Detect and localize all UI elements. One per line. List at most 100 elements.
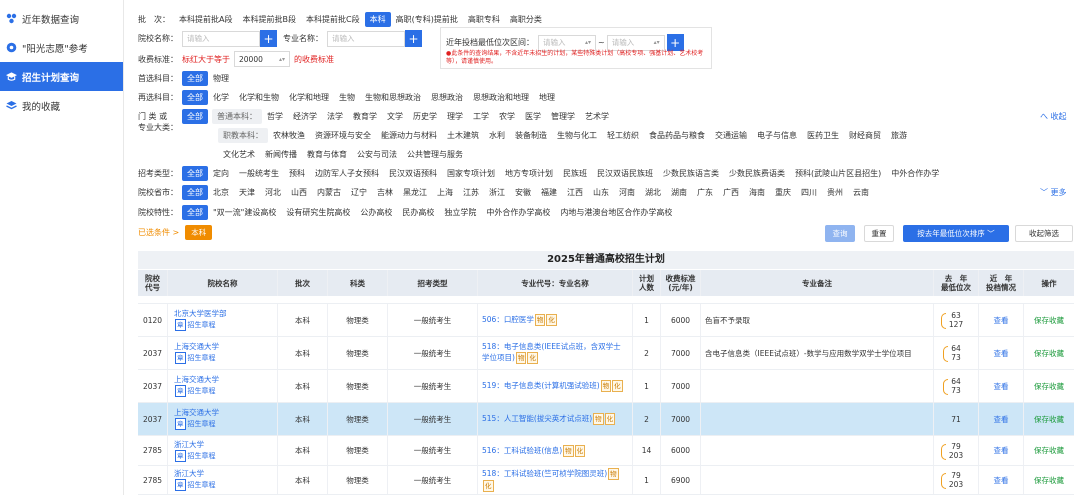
table-row[interactable]: 2785 浙江大学章招生章程 本科 物理类 一般统考生 516：工科试验班(信息) 物化 14…: [138, 436, 1074, 466]
school-name-link[interactable]: 北京大学医学部: [174, 309, 227, 319]
sidebar-item-favorites[interactable]: 我的收藏: [0, 91, 123, 120]
charter-link[interactable]: 招生章程: [188, 481, 216, 489]
enroll-type-option[interactable]: 国家专项计划: [442, 166, 500, 181]
city-option[interactable]: 河南: [614, 185, 640, 200]
table-row[interactable]: 2785 浙江大学章招生章程 本科 物理类 一般统考生 518：工科试验班(竺可桢学院图灵…: [138, 466, 1074, 495]
rank-from-input[interactable]: 请输入 ▴▾: [538, 34, 596, 51]
city-option[interactable]: 安徽: [510, 185, 536, 200]
category-option[interactable]: 生物与化工: [552, 128, 602, 143]
query-button[interactable]: 查询: [825, 225, 855, 242]
second-subject-option[interactable]: 生物: [334, 90, 360, 105]
view-link[interactable]: 查看: [994, 414, 1009, 425]
feature-option[interactable]: 公办高校: [355, 205, 397, 220]
major-link[interactable]: 518：工科试验班(竺可桢学院图灵班): [482, 469, 607, 478]
school-name-link[interactable]: 上海交通大学: [174, 408, 219, 418]
feature-option[interactable]: "双一流"建设高校: [208, 205, 281, 220]
second-subject-option[interactable]: 化学和生物: [234, 90, 284, 105]
charter-link[interactable]: 招生章程: [188, 387, 216, 395]
city-option[interactable]: 黑龙江: [398, 185, 432, 200]
category-all[interactable]: 全部: [182, 109, 208, 124]
category-option[interactable]: 轻工纺织: [602, 128, 644, 143]
enroll-type-all[interactable]: 全部: [182, 166, 208, 181]
major-link[interactable]: 518：电子信息类(IEEE试点班，含双学士学位项目): [482, 342, 621, 362]
sort-dropdown[interactable]: 按去年最低位次排序 ﹀: [903, 225, 1009, 242]
category-option[interactable]: 文化艺术: [218, 147, 260, 162]
save-favorite-link[interactable]: 保存收藏: [1034, 315, 1064, 326]
charter-link[interactable]: 招生章程: [188, 420, 216, 428]
major-link[interactable]: 519：电子信息类(计算机强试验班): [482, 381, 600, 390]
category-option[interactable]: 财经商贸: [844, 128, 886, 143]
collapse-toggle[interactable]: へ 收起: [1040, 111, 1067, 122]
category-option[interactable]: 艺术学: [580, 109, 614, 124]
category-option[interactable]: 新闻传播: [260, 147, 302, 162]
view-link[interactable]: 查看: [994, 348, 1009, 359]
table-row[interactable]: 2037 上海交通大学章招生章程 本科 物理类 一般统考生 515：人工智能(拔尖英才试点…: [138, 403, 1074, 436]
category-option[interactable]: 农学: [494, 109, 520, 124]
category-option[interactable]: 旅游: [886, 128, 912, 143]
second-subject-option[interactable]: 生物和思想政治: [360, 90, 426, 105]
category-option[interactable]: 土木建筑: [442, 128, 484, 143]
category-option[interactable]: 理学: [442, 109, 468, 124]
table-row[interactable]: 2037 上海交通大学章招生章程 本科 物理类 一般统考生 519：电子信息类(计算机强试…: [138, 370, 1074, 403]
city-option[interactable]: 山东: [588, 185, 614, 200]
category-option[interactable]: 历史学: [408, 109, 442, 124]
city-option[interactable]: 福建: [536, 185, 562, 200]
city-option[interactable]: 贵州: [822, 185, 848, 200]
first-subject-all[interactable]: 全部: [182, 71, 208, 86]
second-subject-option[interactable]: 思想政治: [426, 90, 468, 105]
category-option[interactable]: 农林牧渔: [268, 128, 310, 143]
enroll-type-option[interactable]: 民族班: [558, 166, 592, 181]
city-option[interactable]: 江西: [562, 185, 588, 200]
batch-option[interactable]: 高职专科: [463, 12, 505, 27]
city-all[interactable]: 全部: [182, 185, 208, 200]
more-toggle[interactable]: ﹀ 更多: [1040, 187, 1067, 198]
city-option[interactable]: 吉林: [372, 185, 398, 200]
feature-all[interactable]: 全部: [182, 205, 208, 220]
sidebar-item-sunshine[interactable]: "阳光志愿"参考: [0, 33, 123, 62]
add-rank-button[interactable]: +: [666, 34, 684, 51]
city-option[interactable]: 四川: [796, 185, 822, 200]
feature-option[interactable]: 民办高校: [397, 205, 439, 220]
batch-option-selected[interactable]: 本科: [364, 12, 391, 27]
feature-option[interactable]: 设有研究生院高校: [281, 205, 355, 220]
city-option[interactable]: 云南: [848, 185, 874, 200]
school-name-link[interactable]: 上海交通大学: [174, 375, 219, 385]
category-option[interactable]: 教育与体育: [302, 147, 352, 162]
category-option[interactable]: 公共管理与服务: [402, 147, 468, 162]
charter-link[interactable]: 招生章程: [188, 452, 216, 460]
enroll-type-option[interactable]: 少数民族费语类: [724, 166, 790, 181]
city-option[interactable]: 广东: [692, 185, 718, 200]
enroll-type-option[interactable]: 预科(武陵山片区县招生): [790, 166, 886, 181]
save-favorite-link[interactable]: 保存收藏: [1034, 348, 1064, 359]
enroll-type-option[interactable]: 少数民族语言类: [658, 166, 724, 181]
category-option[interactable]: 医学: [520, 109, 546, 124]
add-school-button[interactable]: +: [260, 30, 277, 47]
reset-button[interactable]: 重置: [864, 225, 894, 242]
city-option[interactable]: 湖北: [640, 185, 666, 200]
charter-link[interactable]: 招生章程: [188, 354, 216, 362]
category-option[interactable]: 教育学: [348, 109, 382, 124]
view-link[interactable]: 查看: [994, 381, 1009, 392]
city-option[interactable]: 海南: [744, 185, 770, 200]
chosen-tag[interactable]: 本科: [185, 225, 213, 240]
city-option[interactable]: 湖南: [666, 185, 692, 200]
category-option[interactable]: 文学: [382, 109, 408, 124]
category-option[interactable]: 装备制造: [510, 128, 552, 143]
fee-input[interactable]: 20000 ▴▾: [234, 51, 290, 67]
category-option[interactable]: 法学: [322, 109, 348, 124]
school-name-link[interactable]: 浙江大学: [174, 469, 204, 479]
second-subject-option[interactable]: 思想政治和地理: [468, 90, 534, 105]
category-option[interactable]: 交通运输: [710, 128, 752, 143]
charter-link[interactable]: 招生章程: [188, 321, 216, 329]
first-subject-option[interactable]: 物理: [208, 71, 234, 86]
sidebar-item-history-data[interactable]: 近年数据查询: [0, 4, 123, 33]
batch-option[interactable]: 高职(专科)提前批: [391, 12, 463, 27]
city-option[interactable]: 浙江: [484, 185, 510, 200]
save-favorite-link[interactable]: 保存收藏: [1034, 475, 1064, 486]
view-link[interactable]: 查看: [994, 475, 1009, 486]
school-name-input[interactable]: 请输入: [182, 30, 260, 47]
sidebar-item-enroll-plan[interactable]: 招生计划查询: [0, 62, 123, 91]
category-option[interactable]: 哲学: [262, 109, 288, 124]
batch-option[interactable]: 本科提前批A段: [174, 12, 237, 27]
second-subject-option[interactable]: 化学和地理: [284, 90, 334, 105]
